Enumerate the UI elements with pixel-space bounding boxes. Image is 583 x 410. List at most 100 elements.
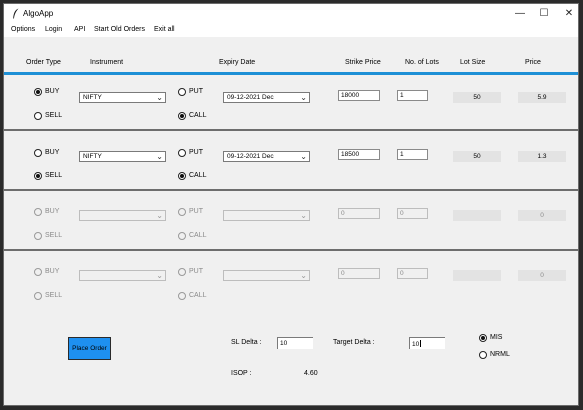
isop-label: ISOP : xyxy=(231,370,252,377)
row4-lots-input[interactable]: 0 xyxy=(397,268,428,279)
target-delta-input[interactable]: 10 xyxy=(409,337,445,349)
menu-options[interactable]: Options xyxy=(11,26,35,33)
row1-call-label: CALL xyxy=(189,112,207,119)
row2-buy-label: BUY xyxy=(45,149,60,156)
sl-delta-input[interactable]: 10 xyxy=(277,337,313,349)
row4-buy-label: BUY xyxy=(45,268,60,275)
mis-label: MIS xyxy=(490,334,503,341)
row1-put-radio[interactable] xyxy=(178,88,186,96)
row2-put-label: PUT xyxy=(189,149,203,156)
row3-put-label: PUT xyxy=(189,208,203,215)
row1-instrument-value: NIFTY xyxy=(83,94,102,101)
row3-price-value: 0 xyxy=(540,212,544,219)
row-separator xyxy=(4,249,578,251)
row2-strike-value: 18500 xyxy=(341,151,360,158)
row2-call-radio[interactable] xyxy=(178,172,186,180)
chevron-down-icon: ⌄ xyxy=(300,271,307,280)
row3-call-label: CALL xyxy=(189,232,207,239)
isop-value: 4.60 xyxy=(304,370,318,377)
header-price: Price xyxy=(525,59,541,66)
row4-price-value: 0 xyxy=(540,272,544,279)
row-separator xyxy=(4,189,578,191)
row2-instrument-value: NIFTY xyxy=(83,153,102,160)
menu-exit-all[interactable]: Exit all xyxy=(154,26,175,33)
row4-call-radio[interactable] xyxy=(178,292,186,300)
row2-buy-radio[interactable] xyxy=(34,149,42,157)
row4-lots-value: 0 xyxy=(400,270,404,277)
row4-put-radio[interactable] xyxy=(178,268,186,276)
menu-bar: Options Login API Start Old Orders Exit … xyxy=(4,24,578,37)
row3-strike-value: 0 xyxy=(341,210,345,217)
row1-buy-label: BUY xyxy=(45,88,60,95)
row3-expiry-select[interactable]: ⌄ xyxy=(223,210,310,221)
row1-instrument-select[interactable]: NIFTY ⌄ xyxy=(79,92,166,103)
row1-strike-input[interactable]: 18000 xyxy=(338,90,380,101)
header-divider xyxy=(4,72,578,75)
row2-sell-label: SELL xyxy=(45,172,63,179)
row2-put-radio[interactable] xyxy=(178,149,186,157)
row1-buy-radio[interactable] xyxy=(34,88,42,96)
header-no-of-lots: No. of Lots xyxy=(405,59,439,66)
row2-call-label: CALL xyxy=(189,172,207,179)
row2-instrument-select[interactable]: NIFTY ⌄ xyxy=(79,151,166,162)
row1-expiry-select[interactable]: 09-12-2021 Dec ⌄ xyxy=(223,92,310,103)
row1-put-label: PUT xyxy=(189,88,203,95)
row4-call-label: CALL xyxy=(189,292,207,299)
sl-delta-label: SL Delta : xyxy=(231,339,262,346)
place-order-button[interactable]: Place Order xyxy=(68,337,111,360)
sl-delta-value: 10 xyxy=(280,340,288,347)
row3-put-radio[interactable] xyxy=(178,208,186,216)
chevron-down-icon: ⌄ xyxy=(156,211,163,220)
header-lot-size: Lot Size xyxy=(460,59,486,66)
close-button[interactable]: ✕ xyxy=(549,4,578,24)
row2-lots-input[interactable]: 1 xyxy=(397,149,428,160)
chevron-down-icon: ⌄ xyxy=(300,93,307,102)
target-delta-value: 10 xyxy=(412,341,420,348)
row4-lot-size xyxy=(453,270,501,281)
menu-start-old-orders[interactable]: Start Old Orders xyxy=(94,26,145,33)
row1-strike-value: 18000 xyxy=(341,92,360,99)
row4-sell-radio[interactable] xyxy=(34,292,42,300)
row2-price-value: 1.3 xyxy=(537,153,547,160)
row2-expiry-value: 09-12-2021 Dec xyxy=(227,153,274,160)
row2-lots-value: 1 xyxy=(400,151,404,158)
row3-instrument-select[interactable]: ⌄ xyxy=(79,210,166,221)
row4-sell-label: SELL xyxy=(45,292,63,299)
window-title: AlgoApp xyxy=(23,9,54,18)
row1-lot-size-value: 50 xyxy=(473,94,481,101)
row1-lots-value: 1 xyxy=(400,92,404,99)
row4-strike-value: 0 xyxy=(341,270,345,277)
row4-buy-radio[interactable] xyxy=(34,268,42,276)
row4-instrument-select[interactable]: ⌄ xyxy=(79,270,166,281)
row2-sell-radio[interactable] xyxy=(34,172,42,180)
nrml-radio[interactable] xyxy=(479,351,487,359)
feather-icon xyxy=(13,8,19,19)
row1-lots-input[interactable]: 1 xyxy=(397,90,428,101)
menu-api[interactable]: API xyxy=(74,26,85,33)
row4-put-label: PUT xyxy=(189,268,203,275)
row4-expiry-select[interactable]: ⌄ xyxy=(223,270,310,281)
row1-call-radio[interactable] xyxy=(178,112,186,120)
row2-price: 1.3 xyxy=(518,151,566,162)
target-delta-label: Target Delta : xyxy=(333,339,375,346)
row3-lots-input[interactable]: 0 xyxy=(397,208,428,219)
header-instrument: Instrument xyxy=(90,59,124,66)
row1-price-value: 5.9 xyxy=(537,94,547,101)
target-delta-value-wrap: 10 xyxy=(412,340,422,348)
title-bar: AlgoApp — ☐ ✕ xyxy=(4,4,578,24)
row1-sell-radio[interactable] xyxy=(34,112,42,120)
row3-sell-radio[interactable] xyxy=(34,232,42,240)
row2-lot-size: 50 xyxy=(453,151,501,162)
row3-lots-value: 0 xyxy=(400,210,404,217)
row3-strike-input[interactable]: 0 xyxy=(338,208,380,219)
chevron-down-icon: ⌄ xyxy=(156,152,163,161)
row4-strike-input[interactable]: 0 xyxy=(338,268,380,279)
row3-call-radio[interactable] xyxy=(178,232,186,240)
row2-expiry-select[interactable]: 09-12-2021 Dec ⌄ xyxy=(223,151,310,162)
mis-radio[interactable] xyxy=(479,334,487,342)
menu-login[interactable]: Login xyxy=(45,26,62,33)
row3-buy-label: BUY xyxy=(45,208,60,215)
row3-buy-radio[interactable] xyxy=(34,208,42,216)
row2-strike-input[interactable]: 18500 xyxy=(338,149,380,160)
chevron-down-icon: ⌄ xyxy=(300,211,307,220)
